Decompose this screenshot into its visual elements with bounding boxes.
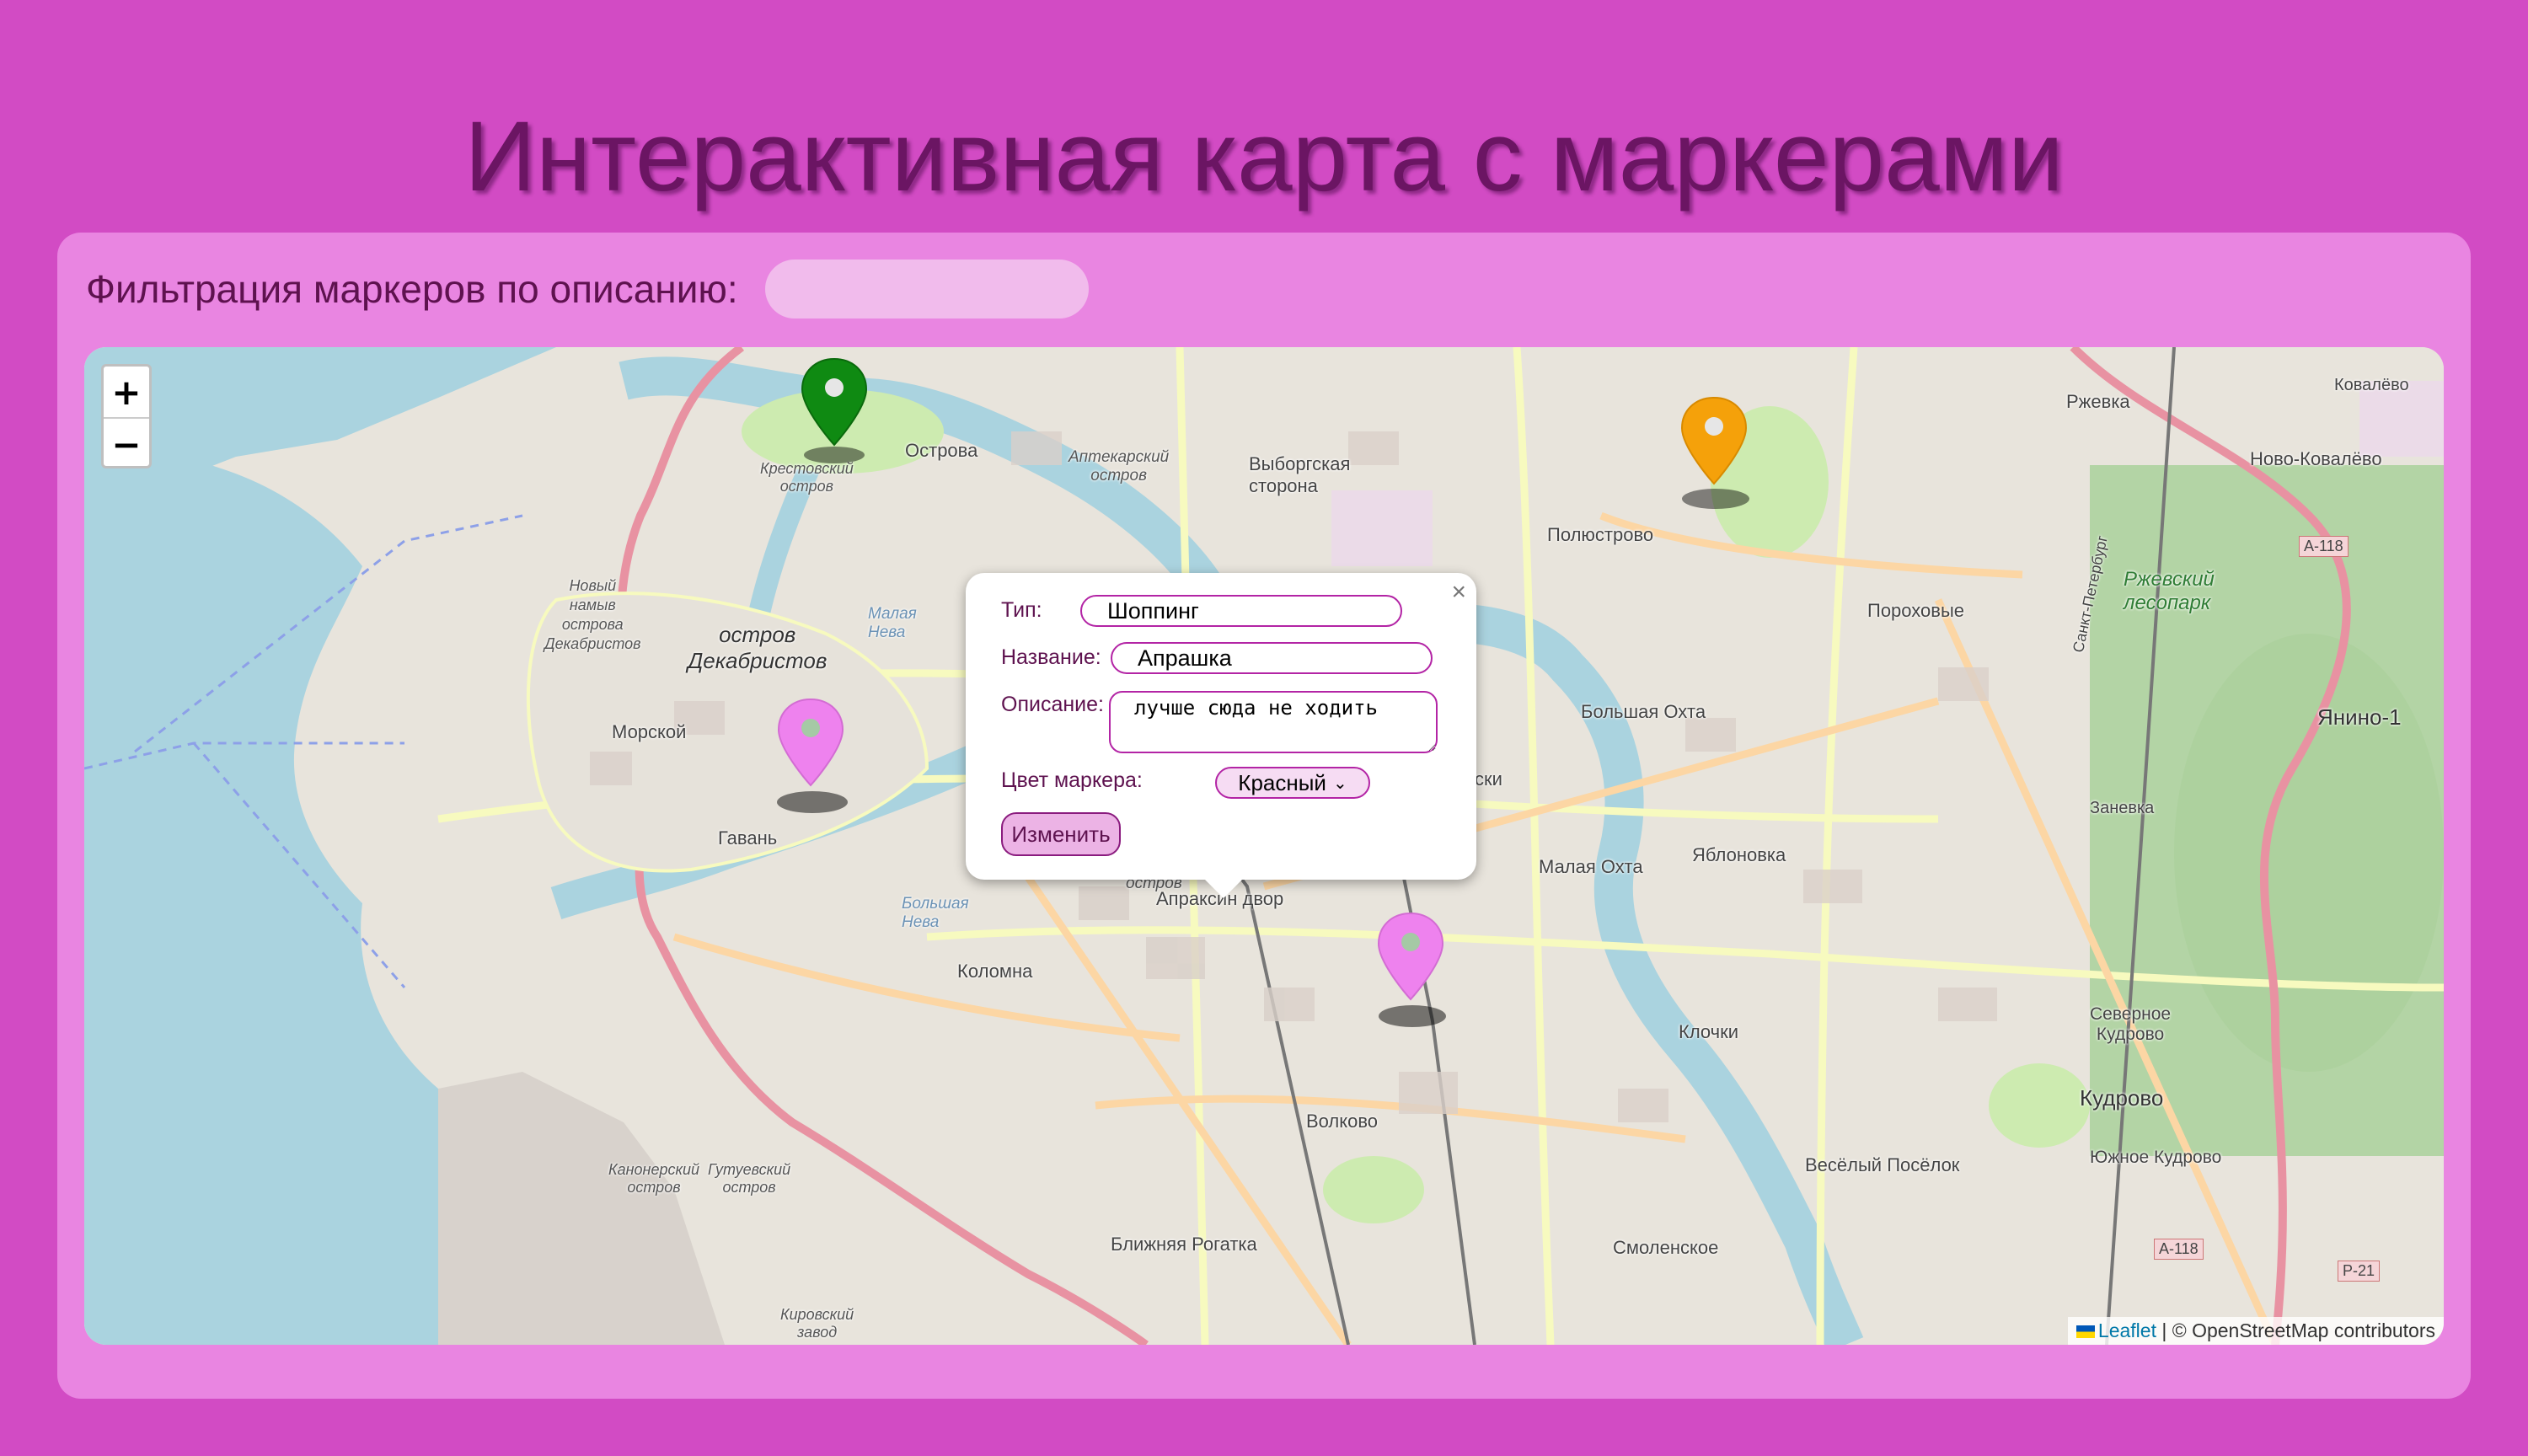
filter-input[interactable] (764, 260, 1089, 318)
label-severnoe-kudrovo: Северное Кудрово (2090, 1004, 2172, 1044)
label-vyborgskaya: Выборгская сторона (1249, 453, 1351, 496)
label-kudrovo: Кудрово (2080, 1085, 2164, 1111)
label-malaya-okhta: Малая Охта (1539, 856, 1643, 877)
label-zanevka: Заневка (2090, 799, 2155, 817)
label-porokhovye: Пороховые (1867, 600, 1964, 621)
label-rzhevsky-lesopark: Ржевский лесопарк (2124, 568, 2215, 614)
filter-row: Фильтрация маркеров по описанию: (86, 260, 1089, 318)
filter-label: Фильтрация маркеров по описанию: (86, 267, 738, 311)
chevron-down-icon: ⌄ (1332, 774, 1347, 793)
map-marker-icon (801, 357, 868, 463)
description-textarea[interactable]: лучше сюда не ходить (1109, 691, 1438, 753)
marker-color-select[interactable]: Красный ⌄ (1215, 767, 1370, 799)
label-a118-bottom: А-118 (2154, 1239, 2204, 1260)
label-smolenskoe: Смоленское (1613, 1237, 1719, 1258)
label-rzhevka: Ржевка (2066, 391, 2130, 412)
map-marker-orange[interactable] (1680, 396, 1781, 518)
label-novye-ostrova: Новый намыв острова Декабристов (544, 577, 641, 652)
label-blizhnyaya: Ближняя Рогатка (1111, 1234, 1257, 1255)
label-gavan: Гавань (718, 827, 778, 848)
label-volkovo: Волково (1306, 1111, 1379, 1132)
label-kolomna: Коломна (957, 961, 1033, 982)
map-marker-icon (1680, 396, 1749, 509)
map[interactable]: Крестовский остров Острова Аптекарский ост… (84, 347, 2444, 1345)
label-yanino: Янино-1 (2317, 704, 2402, 730)
label-kovalevo: Ковалёво (2334, 376, 2409, 394)
label-gutuevsky: Гутуевский остров (708, 1161, 791, 1196)
map-marker-violet-west[interactable] (777, 698, 878, 820)
attribution-separator: | (2156, 1320, 2172, 1341)
type-label: Тип: (1001, 598, 1042, 622)
label-aptekarsky: Аптекарский остров (1069, 448, 1170, 484)
osm-attribution: © OpenStreetMap contributors (2172, 1320, 2435, 1341)
label-yablonovka: Яблоновка (1692, 844, 1786, 865)
label-kirovsky: Кировский завод (780, 1306, 854, 1341)
map-panel: Фильтрация маркеров по описанию: Крестов… (57, 233, 2471, 1399)
marker-color-value: Красный (1238, 769, 1326, 795)
label-polyustrovo: Полюстрово (1547, 524, 1654, 545)
label-dekabristov: остров Декабристов (688, 622, 827, 673)
label-ostrova: Острова (905, 440, 978, 461)
type-input[interactable] (1080, 595, 1402, 627)
ukraine-flag-icon (2075, 1325, 2095, 1339)
marker-color-label: Цвет маркера: (1001, 768, 1143, 792)
map-attribution: Leaflet | © OpenStreetMap contributors (2067, 1317, 2444, 1345)
label-vesyoly: Весёлый Посёлок (1805, 1154, 1960, 1175)
popup-tip (1205, 880, 1242, 898)
map-marker-violet-center[interactable] (1377, 912, 1478, 1034)
label-bolshaya-neva: Большая Нева (902, 895, 969, 931)
description-label: Описание: (1001, 693, 1104, 716)
close-icon[interactable]: × (1451, 578, 1466, 607)
zoom-in-button[interactable]: + (104, 367, 149, 417)
marker-popup: × Тип: Название: Описание: лучше сюда не… (966, 573, 1476, 898)
name-label: Название: (1001, 645, 1101, 669)
label-r21: Р-21 (2338, 1261, 2381, 1282)
name-input[interactable] (1111, 642, 1433, 674)
map-marker-green[interactable] (801, 357, 902, 471)
label-morskoy: Морской (612, 721, 687, 742)
leaflet-link[interactable]: Leaflet (2098, 1320, 2156, 1341)
map-marker-icon (1377, 912, 1446, 1027)
label-kanonersky: Канонерский остров (608, 1161, 699, 1196)
page-title: Интерактивная карта с маркерами (464, 101, 2064, 212)
label-bolshaya-okhta: Большая Охта (1581, 701, 1706, 722)
zoom-control: + − (101, 364, 152, 468)
label-novo-kovalevo: Ново-Ковалёво (2250, 448, 2382, 469)
change-button[interactable]: Изменить (1001, 812, 1121, 856)
zoom-out-button[interactable]: − (104, 417, 149, 469)
map-marker-icon (777, 698, 848, 813)
label-yuzhnoe-kudrovo: Южное Кудрово (2090, 1148, 2222, 1167)
label-a118-top: А-118 (2299, 536, 2349, 557)
label-klochki: Клочки (1679, 1021, 1739, 1042)
label-skaya: ски (1475, 768, 1502, 790)
label-malaya-neva: Малая Нева (868, 605, 917, 641)
